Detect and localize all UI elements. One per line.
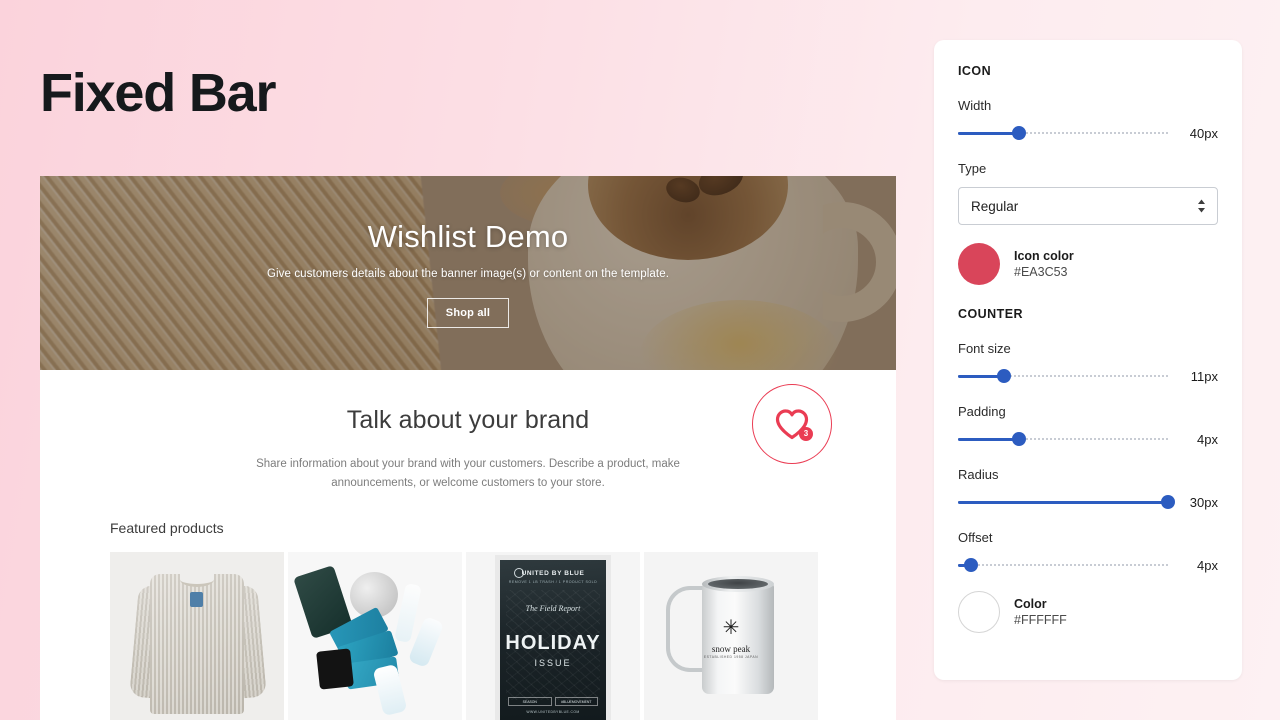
product-card-stainless-mug[interactable]: ✳ snow peak ESTABLISHED 1958 JAPAN <box>644 552 818 720</box>
settings-panel: ICON Width 40px Type Regular Icon color … <box>934 40 1242 680</box>
hero-banner: Wishlist Demo Give customers details abo… <box>40 176 896 370</box>
magazine-script: The Field Report <box>525 604 581 614</box>
magazine-headline: HOLIDAY <box>505 632 601 655</box>
counter-padding-slider[interactable] <box>958 431 1168 447</box>
magazine-url: WWW.UNITEDBYBLUE.COM <box>526 710 580 715</box>
magazine-foot-left: SEASON <box>508 697 552 707</box>
magazine-issue: ISSUE <box>534 658 572 669</box>
featured-products-grid: UNITED BY BLUE REMOVE 1 LB TRASH / 1 PRO… <box>110 552 826 720</box>
counter-radius-label: Radius <box>958 467 999 482</box>
icon-width-value: 40px <box>1189 125 1218 141</box>
counter-padding-label: Padding <box>958 404 1006 419</box>
product-card-field-report-magazine[interactable]: UNITED BY BLUE REMOVE 1 LB TRASH / 1 PRO… <box>466 552 640 720</box>
magazine-foot-right: #BLUEMOVEMENT <box>554 697 598 707</box>
icon-type-label: Type <box>958 161 987 176</box>
icon-type-select[interactable]: Regular <box>958 187 1218 225</box>
wishlist-count-badge: 3 <box>799 427 813 441</box>
counter-font-size-value: 11px <box>1190 368 1218 384</box>
counter-color-hex: #FFFFFF <box>1014 613 1067 627</box>
counter-padding-value: 4px <box>1197 431 1218 447</box>
wishlist-floating-button[interactable]: 3 <box>752 384 832 464</box>
featured-products-title: Featured products <box>110 520 224 537</box>
icon-color-row[interactable]: Icon color #EA3C53 <box>958 243 1218 285</box>
magazine-brand: UNITED BY BLUE <box>521 570 585 578</box>
icon-section-heading: ICON <box>958 64 992 78</box>
counter-font-size-label: Font size <box>958 341 1011 356</box>
magazine-tagline: REMOVE 1 LB TRASH / 1 PRODUCT SOLD <box>508 580 598 585</box>
icon-width-label: Width <box>958 98 992 113</box>
mug-brand: snow peak <box>711 644 751 655</box>
counter-font-size-slider[interactable] <box>958 368 1168 384</box>
mug-brand-sub: ESTABLISHED 1958 JAPAN <box>703 655 759 660</box>
icon-color-label: Icon color <box>1014 249 1074 263</box>
icon-type-selected-value: Regular <box>971 198 1019 214</box>
hero-title: Wishlist Demo <box>367 218 569 254</box>
counter-offset-slider[interactable] <box>958 557 1168 573</box>
counter-radius-value: 30px <box>1189 494 1218 510</box>
shop-all-button[interactable]: Shop all <box>426 297 510 328</box>
icon-color-swatch[interactable] <box>958 243 1000 285</box>
counter-offset-value: 4px <box>1197 557 1218 573</box>
select-stepper-icon <box>1197 199 1206 213</box>
counter-section-heading: COUNTER <box>958 307 1023 321</box>
hero-subtitle: Give customers details about the banner … <box>266 267 669 280</box>
counter-color-label: Color <box>1014 597 1047 611</box>
product-card-knit-sweater[interactable] <box>110 552 284 720</box>
icon-width-slider[interactable] <box>958 125 1168 141</box>
snow-peak-star-icon: ✳ <box>722 617 740 640</box>
counter-radius-slider[interactable] <box>958 494 1175 510</box>
counter-offset-label: Offset <box>958 530 993 545</box>
counter-color-row[interactable]: Color #FFFFFF <box>958 591 1218 633</box>
page-title: Fixed Bar <box>40 63 276 123</box>
product-card-skincare-kit[interactable] <box>288 552 462 720</box>
counter-color-swatch[interactable] <box>958 591 1000 633</box>
brand-body: Share information about your brand with … <box>256 458 680 489</box>
icon-color-hex: #EA3C53 <box>1014 265 1068 279</box>
